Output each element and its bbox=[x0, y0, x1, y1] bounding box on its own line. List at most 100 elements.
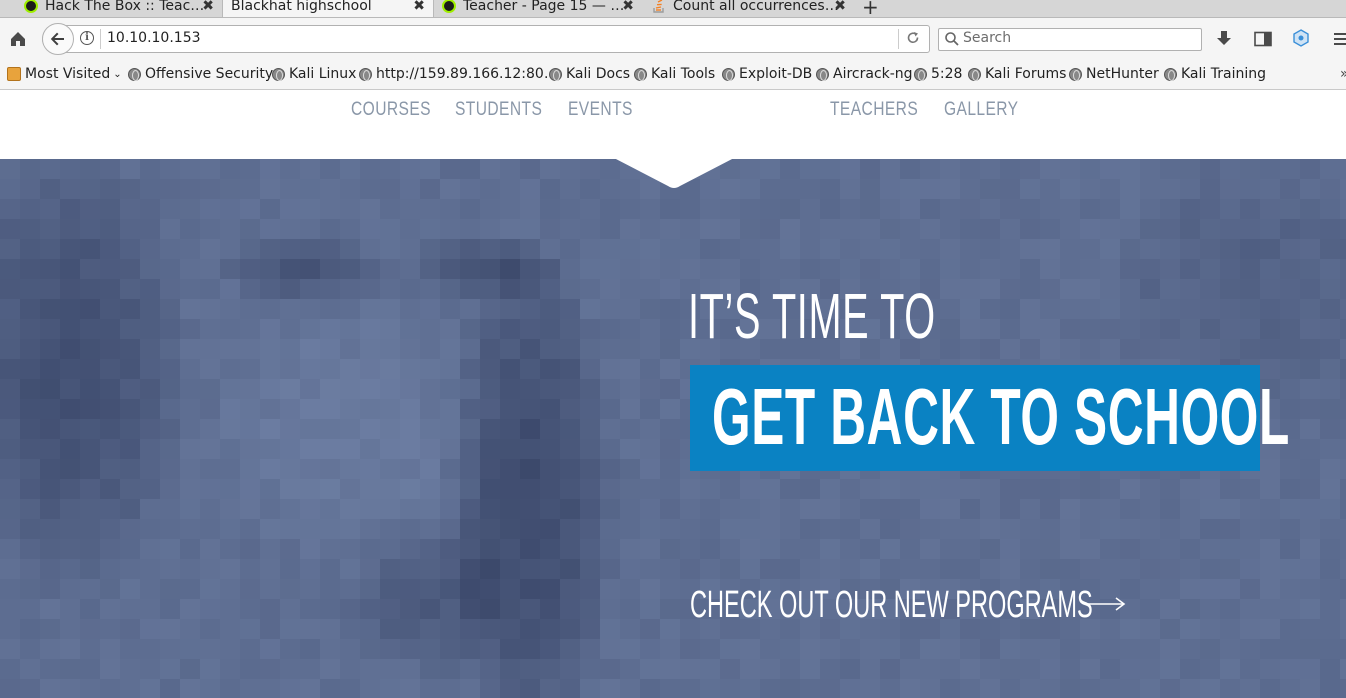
bookmark-item[interactable]: Kali Forums bbox=[968, 66, 1066, 82]
mosaic-pixel bbox=[1140, 239, 1160, 259]
tab-blackhat-highschool[interactable]: Blackhat highschool ✖ bbox=[222, 0, 434, 17]
mosaic-pixel bbox=[580, 659, 600, 679]
download-icon[interactable] bbox=[1216, 30, 1232, 48]
bookmark-item[interactable]: NetHunter bbox=[1069, 66, 1159, 82]
mosaic-pixel bbox=[820, 219, 840, 239]
mosaic-pixel bbox=[600, 419, 620, 439]
bookmark-item[interactable]: Kali Docs bbox=[549, 66, 630, 82]
nav-link-courses[interactable]: COURSES bbox=[351, 99, 431, 121]
nav-link-events[interactable]: EVENTS bbox=[568, 99, 633, 121]
mosaic-pixel bbox=[180, 259, 200, 279]
mosaic-pixel bbox=[920, 259, 940, 279]
mosaic-pixel bbox=[360, 279, 380, 299]
arrow-right-icon[interactable] bbox=[1086, 596, 1126, 612]
mosaic-pixel bbox=[360, 659, 380, 679]
hamburger-menu-icon[interactable] bbox=[1334, 31, 1346, 47]
mosaic-pixel bbox=[880, 259, 900, 279]
mosaic-pixel bbox=[400, 339, 420, 359]
close-tab-icon[interactable]: ✖ bbox=[622, 0, 634, 14]
mosaic-pixel bbox=[0, 319, 20, 339]
mosaic-pixel bbox=[320, 679, 340, 698]
mosaic-pixel bbox=[40, 639, 60, 659]
back-button[interactable] bbox=[42, 23, 74, 55]
tab-hackthebox[interactable]: Hack The Box :: Teac… ✖ bbox=[16, 0, 222, 17]
mosaic-pixel bbox=[240, 599, 260, 619]
mosaic-pixel bbox=[280, 579, 300, 599]
mosaic-pixel bbox=[440, 159, 460, 179]
extension-icon[interactable] bbox=[1292, 29, 1310, 47]
site-info-icon[interactable]: i bbox=[80, 31, 94, 45]
bookmarks-overflow-button[interactable]: » bbox=[1340, 66, 1346, 82]
close-tab-icon[interactable]: ✖ bbox=[413, 0, 425, 14]
nav-link-gallery[interactable]: GALLERY bbox=[944, 99, 1018, 121]
sidebar-library-icon[interactable] bbox=[1254, 31, 1272, 47]
bookmark-item[interactable]: Kali Linux bbox=[272, 66, 356, 82]
mosaic-pixel bbox=[180, 659, 200, 679]
mosaic-pixel bbox=[0, 199, 20, 219]
bookmark-item[interactable]: Kali Training bbox=[1164, 66, 1266, 82]
reload-icon[interactable] bbox=[906, 31, 920, 45]
mosaic-pixel bbox=[1340, 179, 1346, 199]
mosaic-pixel bbox=[580, 339, 600, 359]
bookmark-item[interactable]: Aircrack-ng bbox=[816, 66, 913, 82]
close-tab-icon[interactable]: ✖ bbox=[202, 0, 214, 14]
mosaic-pixel bbox=[500, 259, 520, 279]
mosaic-pixel bbox=[1220, 539, 1240, 559]
mosaic-pixel bbox=[160, 359, 180, 379]
mosaic-pixel bbox=[940, 539, 960, 559]
mosaic-pixel bbox=[980, 239, 1000, 259]
bookmark-item[interactable]: Kali Tools bbox=[634, 66, 715, 82]
mosaic-pixel bbox=[1300, 259, 1320, 279]
mosaic-pixel bbox=[220, 179, 240, 199]
search-input[interactable]: Search bbox=[963, 30, 1011, 46]
url-text[interactable]: 10.10.10.153 bbox=[107, 30, 201, 46]
mosaic-pixel bbox=[520, 679, 540, 698]
mosaic-pixel bbox=[540, 259, 560, 279]
mosaic-pixel bbox=[440, 239, 460, 259]
home-icon[interactable] bbox=[8, 29, 28, 49]
mosaic-pixel bbox=[280, 359, 300, 379]
mosaic-pixel bbox=[380, 599, 400, 619]
mosaic-pixel bbox=[1180, 259, 1200, 279]
mosaic-pixel bbox=[760, 539, 780, 559]
mosaic-pixel bbox=[1160, 199, 1180, 219]
new-tab-button[interactable]: + bbox=[862, 0, 879, 17]
mosaic-pixel bbox=[1340, 159, 1346, 179]
programs-link[interactable]: CHECK OUT OUR NEW PROGRAMS bbox=[690, 584, 1093, 627]
mosaic-pixel bbox=[140, 299, 160, 319]
close-tab-icon[interactable]: ✖ bbox=[834, 0, 846, 14]
bookmark-item[interactable]: Offensive Security bbox=[128, 66, 273, 82]
bookmark-item[interactable]: 5:28 bbox=[914, 66, 962, 82]
nav-link-students[interactable]: STUDENTS bbox=[455, 99, 542, 121]
mosaic-pixel bbox=[0, 639, 20, 659]
tab-count-occurrences[interactable]: Count all occurrences… ✖ bbox=[644, 0, 854, 17]
mosaic-pixel bbox=[260, 259, 280, 279]
mosaic-pixel bbox=[500, 419, 520, 439]
mosaic-pixel bbox=[1340, 439, 1346, 459]
mosaic-pixel bbox=[820, 559, 840, 579]
nav-link-teachers[interactable]: TEACHERS bbox=[830, 99, 918, 121]
mosaic-pixel bbox=[480, 479, 500, 499]
mosaic-pixel bbox=[1300, 179, 1320, 199]
mosaic-pixel bbox=[60, 419, 80, 439]
mosaic-pixel bbox=[1100, 619, 1120, 639]
bookmark-most-visited[interactable]: Most Visited ⌄ bbox=[7, 66, 122, 82]
mosaic-pixel bbox=[600, 539, 620, 559]
bookmark-item[interactable]: http://159.89.166.12:80… bbox=[359, 66, 558, 82]
mosaic-pixel bbox=[1240, 599, 1260, 619]
mosaic-pixel bbox=[620, 299, 640, 319]
search-icon bbox=[945, 32, 959, 46]
tab-teacher-page[interactable]: Teacher - Page 15 — … ✖ bbox=[434, 0, 642, 17]
bookmark-item[interactable]: Exploit-DB bbox=[722, 66, 812, 82]
mosaic-pixel bbox=[1220, 519, 1240, 539]
mosaic-pixel bbox=[460, 499, 480, 519]
mosaic-pixel bbox=[520, 639, 540, 659]
mosaic-pixel bbox=[500, 479, 520, 499]
mosaic-pixel bbox=[960, 219, 980, 239]
mosaic-pixel bbox=[660, 519, 680, 539]
mosaic-pixel bbox=[320, 359, 340, 379]
mosaic-pixel bbox=[860, 219, 880, 239]
mosaic-pixel bbox=[980, 179, 1000, 199]
mosaic-pixel bbox=[480, 679, 500, 698]
mosaic-pixel bbox=[1120, 239, 1140, 259]
